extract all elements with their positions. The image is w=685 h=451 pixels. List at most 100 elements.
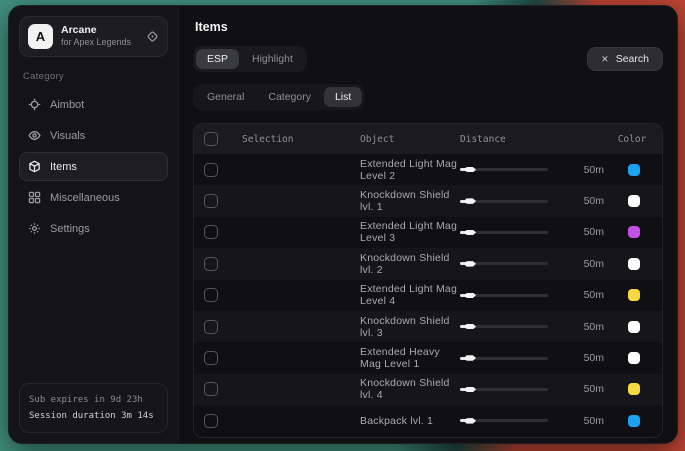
- page-title: Items: [195, 20, 663, 34]
- app-title: Arcane: [61, 24, 138, 37]
- distance-value: 50m: [560, 258, 612, 270]
- object-name: Extended Light Mag Level 3: [360, 220, 460, 244]
- session-card: Sub expires in 9d 23h Session duration 3…: [19, 383, 168, 433]
- row-checkbox[interactable]: [204, 257, 218, 271]
- table-row: Knockdown Shield lvl. 1 50m: [194, 185, 662, 216]
- row-checkbox[interactable]: [204, 225, 218, 239]
- table-row: Extended Light Mag Level 3 50m: [194, 217, 662, 248]
- brand-card: A Arcane for Apex Legends: [19, 16, 168, 57]
- view-tabs-row: GeneralCategoryList: [193, 84, 663, 110]
- object-name: Extended Heavy Mag Level 1: [360, 346, 460, 370]
- table-header-row: Selection Object Distance Color: [194, 124, 662, 154]
- search-button-label: Search: [616, 53, 649, 65]
- category-section-label: Category: [23, 71, 164, 82]
- distance-value: 50m: [560, 352, 612, 364]
- distance-slider[interactable]: [460, 259, 548, 269]
- eye-icon: [28, 129, 41, 142]
- object-name: Extended Light Mag Level 2: [360, 158, 460, 182]
- distance-value: 50m: [560, 321, 612, 333]
- sidebar-item-label: Miscellaneous: [50, 192, 120, 204]
- sidebar-item-aimbot[interactable]: Aimbot: [19, 90, 168, 119]
- sidebar-item-miscellaneous[interactable]: Miscellaneous: [19, 183, 168, 212]
- sidebar-item-label: Items: [50, 161, 77, 173]
- distance-slider[interactable]: [460, 165, 548, 175]
- sidebar-item-label: Settings: [50, 223, 90, 235]
- distance-slider[interactable]: [460, 322, 548, 332]
- search-icon: ✕: [601, 54, 609, 65]
- column-header-distance: Distance: [460, 134, 560, 145]
- table-body: Extended Light Mag Level 250mKnockdown S…: [194, 154, 662, 437]
- app-window: A Arcane for Apex Legends Category Aimbo…: [8, 5, 678, 444]
- row-checkbox[interactable]: [204, 414, 218, 428]
- row-checkbox[interactable]: [204, 194, 218, 208]
- distance-slider[interactable]: [460, 353, 548, 363]
- table-row: Extended Heavy Mag Level 1 50m: [194, 342, 662, 373]
- distance-slider[interactable]: [460, 227, 548, 237]
- box-icon: [28, 160, 41, 173]
- gear-icon: [28, 222, 41, 235]
- session-duration-text: Session duration 3m 14s: [29, 408, 158, 424]
- table-row: Backpack lvl. 1 50m: [194, 405, 662, 436]
- object-name: Knockdown Shield lvl. 1: [360, 189, 460, 213]
- gem-icon[interactable]: [146, 30, 159, 43]
- column-header-selection: Selection: [242, 134, 360, 145]
- distance-value: 50m: [560, 226, 612, 238]
- object-name: Knockdown Shield lvl. 4: [360, 377, 460, 401]
- sidebar-item-settings[interactable]: Settings: [19, 214, 168, 243]
- distance-value: 50m: [560, 415, 612, 427]
- color-swatch[interactable]: [628, 195, 640, 207]
- table-row: Knockdown Shield lvl. 250m: [194, 248, 662, 279]
- table-row: Extended Light Mag Level 2 50m: [194, 154, 662, 185]
- distance-value: 50m: [560, 195, 612, 207]
- color-swatch[interactable]: [628, 415, 640, 427]
- object-name: Knockdown Shield lvl. 3: [360, 315, 460, 339]
- object-name: Backpack lvl. 1: [360, 415, 460, 427]
- sidebar-item-visuals[interactable]: Visuals: [19, 121, 168, 150]
- color-swatch[interactable]: [628, 321, 640, 333]
- brand-text: Arcane for Apex Legends: [61, 24, 138, 48]
- color-swatch[interactable]: [628, 226, 640, 238]
- object-name: Extended Light Mag Level 4: [360, 283, 460, 307]
- sidebar-item-items[interactable]: Items: [19, 152, 168, 181]
- crosshair-icon: [28, 98, 41, 111]
- distance-slider[interactable]: [460, 196, 548, 206]
- distance-slider[interactable]: [460, 290, 548, 300]
- sidebar-item-label: Aimbot: [50, 99, 84, 111]
- view-tab-category[interactable]: Category: [257, 87, 322, 107]
- row-checkbox[interactable]: [204, 351, 218, 365]
- row-checkbox[interactable]: [204, 163, 218, 177]
- sub-expiry-text: Sub expires in 9d 23h: [29, 392, 158, 408]
- column-header-color: Color: [618, 134, 647, 145]
- grid-icon: [28, 191, 41, 204]
- distance-slider[interactable]: [460, 416, 548, 426]
- esp-highlight-tabs: ESPHighlight: [193, 46, 307, 72]
- search-button[interactable]: ✕ Search: [587, 47, 663, 71]
- distance-value: 50m: [560, 289, 612, 301]
- table-row: Knockdown Shield lvl. 4 50m: [194, 374, 662, 405]
- color-swatch[interactable]: [628, 352, 640, 364]
- app-subtitle: for Apex Legends: [61, 37, 138, 48]
- row-checkbox[interactable]: [204, 320, 218, 334]
- distance-value: 50m: [560, 383, 612, 395]
- table-row: Knockdown Shield lvl. 3 50m: [194, 311, 662, 342]
- view-tab-list[interactable]: List: [324, 87, 362, 107]
- row-checkbox[interactable]: [204, 382, 218, 396]
- select-all-checkbox[interactable]: [204, 132, 218, 146]
- tab-highlight[interactable]: Highlight: [241, 49, 304, 69]
- view-tabs: GeneralCategoryList: [193, 84, 365, 110]
- app-logo: A: [28, 24, 53, 49]
- distance-slider[interactable]: [460, 384, 548, 394]
- color-swatch[interactable]: [628, 383, 640, 395]
- main-panel: Items ESPHighlight ✕ Search GeneralCateg…: [179, 6, 677, 443]
- color-swatch[interactable]: [628, 289, 640, 301]
- column-header-object: Object: [360, 134, 460, 145]
- sidebar-nav: Aimbot Visuals Items Miscellaneous Settings: [19, 90, 168, 243]
- controls-row: ESPHighlight ✕ Search: [193, 46, 663, 72]
- color-swatch[interactable]: [628, 164, 640, 176]
- tab-esp[interactable]: ESP: [196, 49, 239, 69]
- view-tab-general[interactable]: General: [196, 87, 255, 107]
- distance-value: 50m: [560, 164, 612, 176]
- color-swatch[interactable]: [628, 258, 640, 270]
- row-checkbox[interactable]: [204, 288, 218, 302]
- table-row: Extended Light Mag Level 4 50m: [194, 280, 662, 311]
